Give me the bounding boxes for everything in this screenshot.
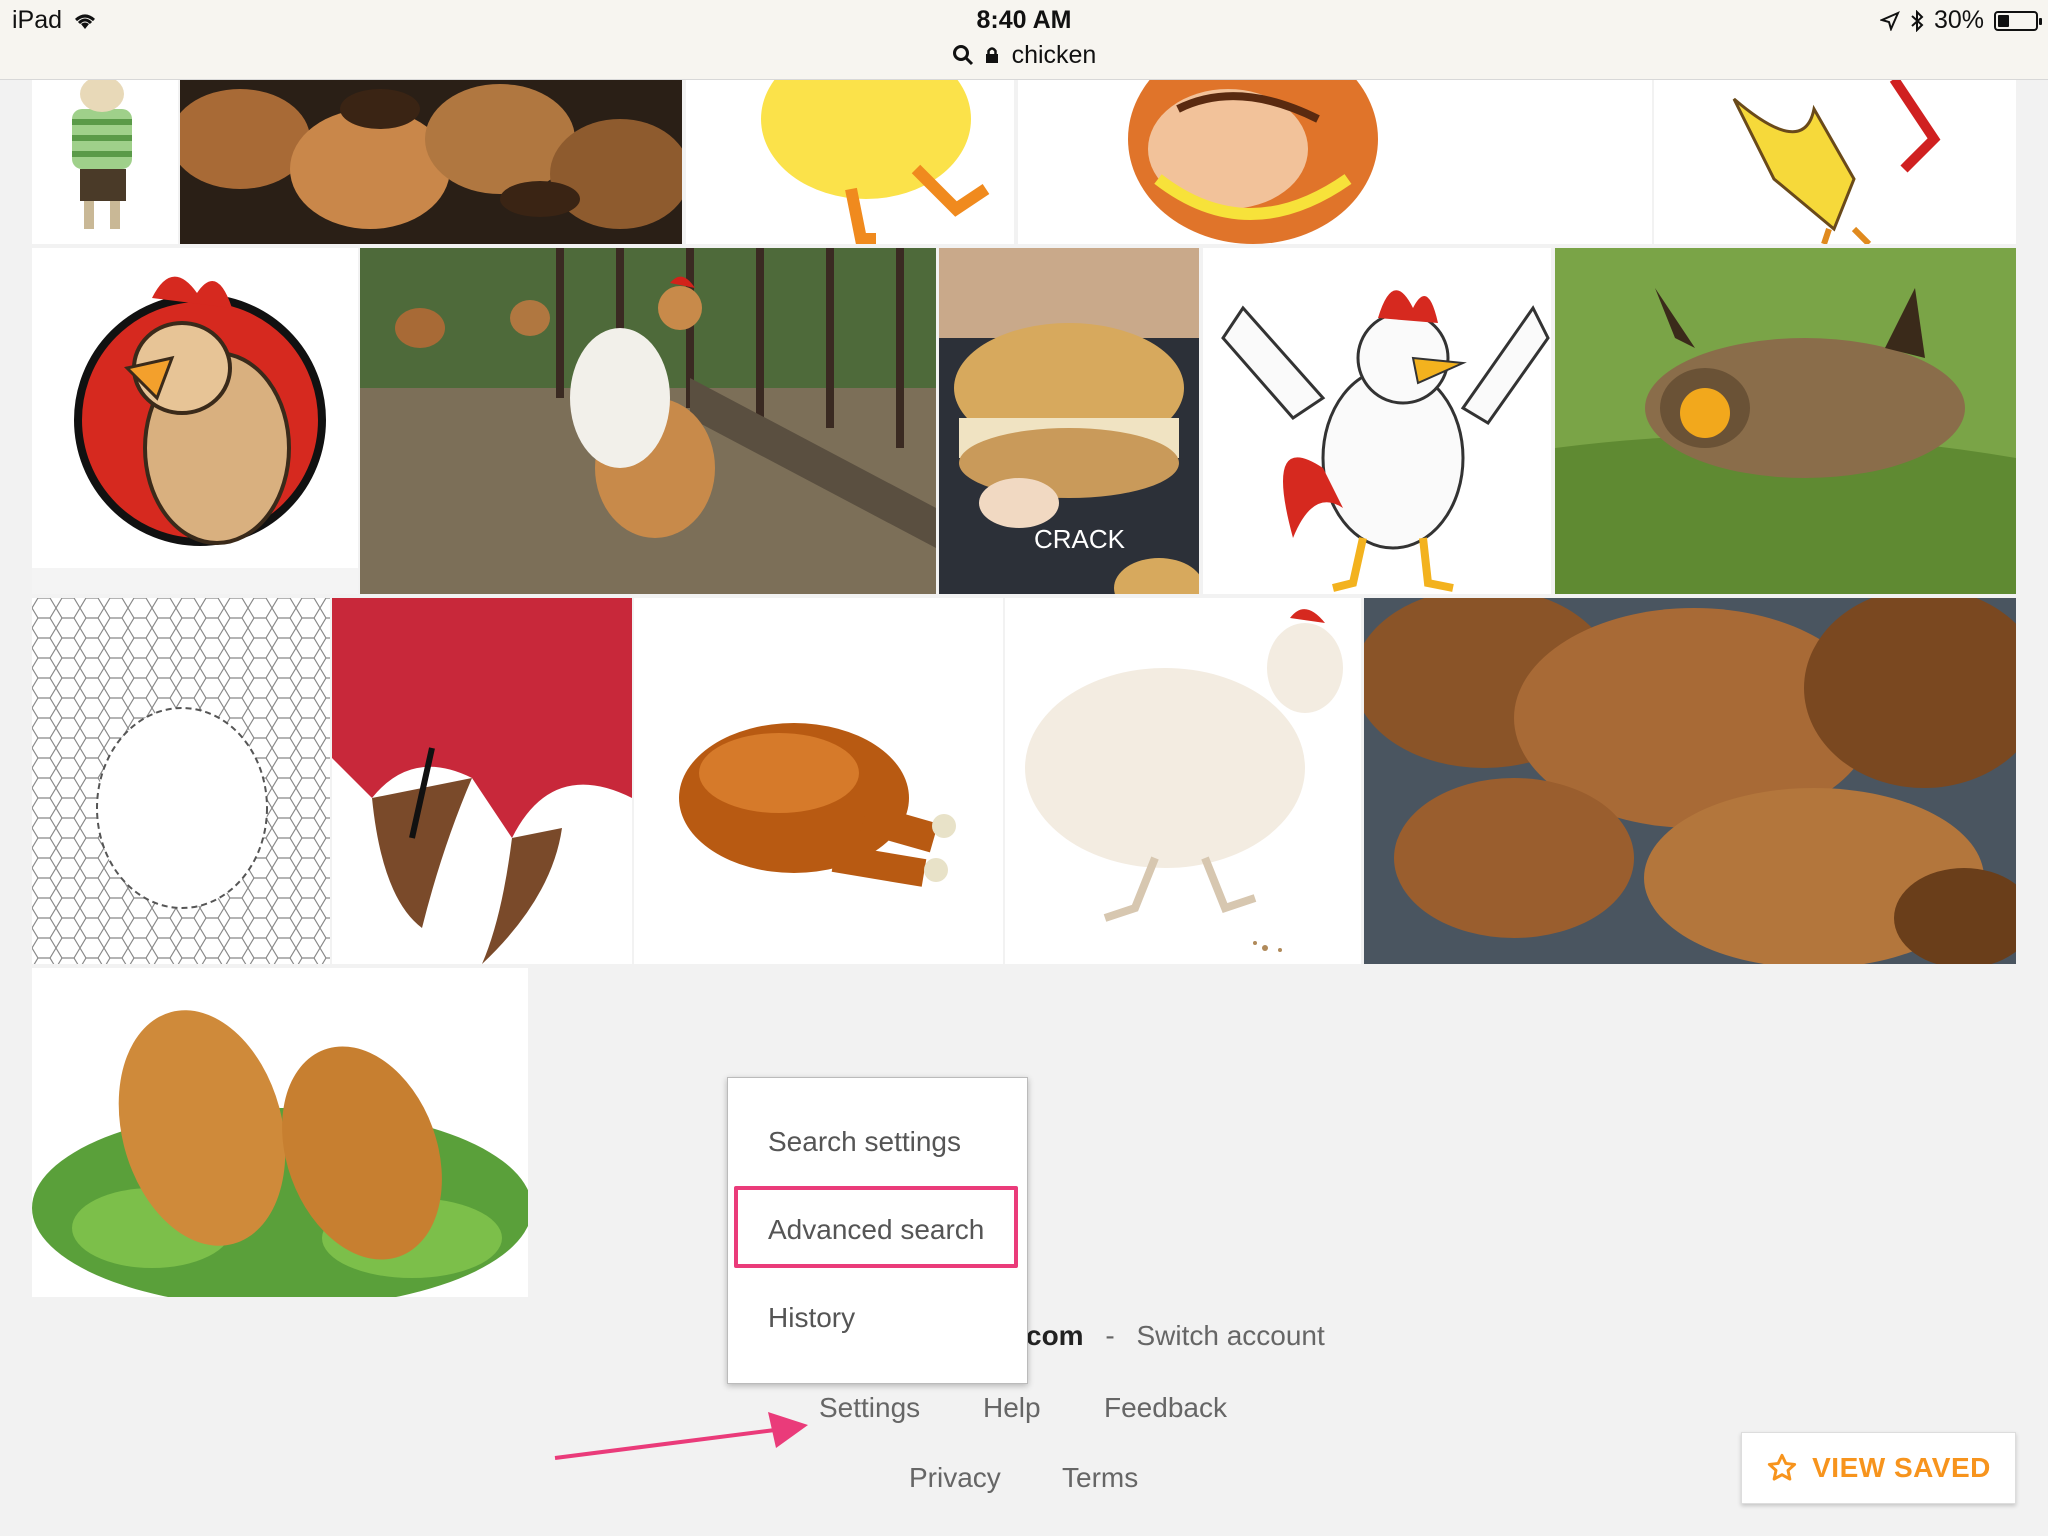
result-image-rooster-in-yard[interactable] — [360, 248, 936, 594]
help-link[interactable]: Help — [983, 1392, 1041, 1424]
result-image-fried-chicken-salad[interactable] — [32, 968, 528, 1297]
account-line: com - Switch account — [1026, 1320, 1325, 1352]
battery-percent: 30% — [1933, 6, 1984, 34]
result-image-cartoon-rooster[interactable] — [1203, 248, 1551, 594]
address-bar[interactable]: chicken — [0, 40, 2048, 70]
menu-item-search-settings[interactable]: Search settings — [768, 1126, 961, 1158]
status-right: 30% — [1879, 6, 2042, 35]
lock-icon — [985, 47, 998, 64]
result-image-roast-chicken-3d[interactable] — [634, 598, 1003, 964]
result-image-crack-chicken-sandwich[interactable]: CRACK — [939, 248, 1199, 594]
result-image-cartoon-boy[interactable] — [32, 79, 178, 244]
location-arrow-icon — [1879, 10, 1900, 31]
view-saved-button[interactable]: VIEW SAVED — [1741, 1432, 2016, 1504]
result-image-grilled-chicken[interactable] — [180, 79, 682, 244]
account-email: com — [1026, 1320, 1084, 1351]
view-saved-label: VIEW SAVED — [1812, 1452, 1991, 1483]
annotation-highlight-box — [734, 1186, 1018, 1268]
result-image-rooster-logo[interactable] — [32, 248, 358, 594]
result-image-cartoon-chick-legs[interactable] — [686, 79, 1014, 244]
battery-level — [1998, 14, 2009, 27]
star-outline-icon — [1767, 1453, 1797, 1481]
result-image-fried-chicken-pieces[interactable] — [1364, 598, 2016, 964]
privacy-link[interactable]: Privacy — [909, 1462, 1001, 1494]
switch-account-link[interactable]: Switch account — [1136, 1320, 1324, 1351]
result-image-chicken-wire[interactable] — [32, 598, 330, 964]
result-image-rooster-feet[interactable] — [332, 598, 632, 964]
result-image-prairie-chicken[interactable] — [1555, 248, 2016, 594]
result-image-white-hen[interactable] — [1005, 598, 1361, 964]
url-text: chicken — [1011, 40, 1097, 69]
settings-link[interactable]: Settings — [819, 1392, 920, 1424]
clock: 8:40 AM — [976, 6, 1072, 34]
sandwich-watermark: CRACK — [1034, 524, 1126, 554]
search-icon — [952, 45, 973, 66]
annotation-arrow — [554, 1412, 808, 1460]
bluetooth-icon — [1911, 9, 1924, 32]
battery-icon — [1994, 10, 2042, 31]
feedback-link[interactable]: Feedback — [1104, 1392, 1227, 1424]
result-image-painted-chicken[interactable] — [1018, 79, 1652, 244]
account-separator: - — [1105, 1320, 1115, 1351]
menu-item-history[interactable]: History — [768, 1302, 855, 1334]
result-image-yellow-bird[interactable] — [1654, 79, 2016, 244]
terms-link[interactable]: Terms — [1062, 1462, 1138, 1494]
status-bar: iPad 8:40 AM chicken 30% — [0, 0, 2048, 80]
